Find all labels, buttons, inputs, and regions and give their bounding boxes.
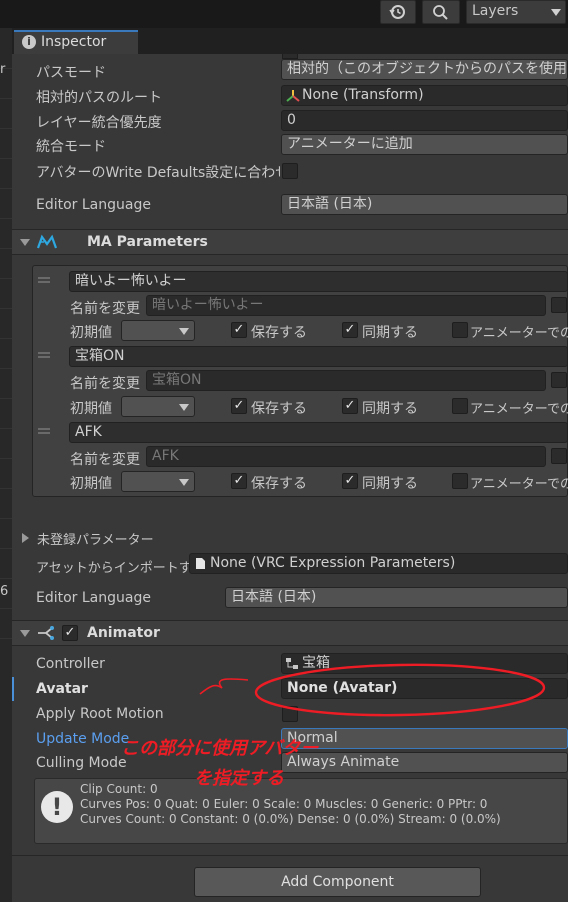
annotation-overlay — [199, 663, 546, 717]
annotation-text: を指定する — [194, 768, 284, 789]
annotation-text: この部分に使用アバター — [121, 738, 319, 759]
